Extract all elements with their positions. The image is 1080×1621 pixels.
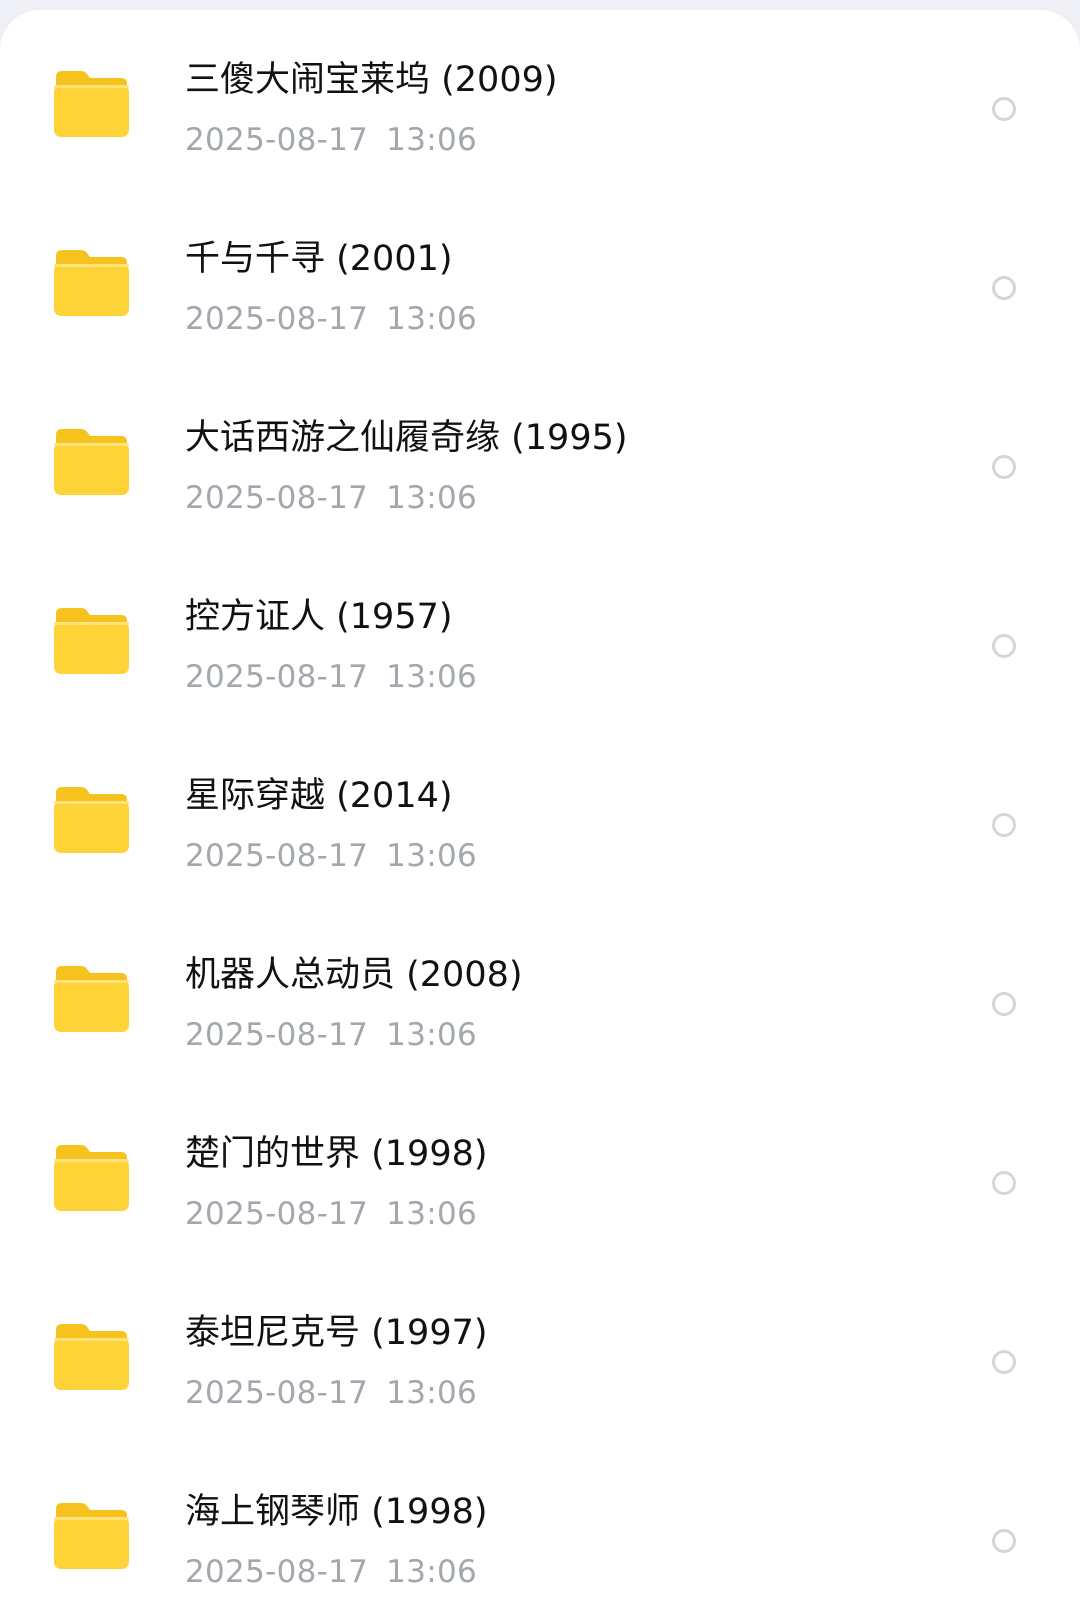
file-date: 2025-08-17 bbox=[185, 1554, 369, 1590]
folder-icon bbox=[54, 963, 129, 1032]
file-list-sheet: 三傻大闹宝莱坞 (2009) 2025-08-17 13:06 千与千寻 (200… bbox=[0, 10, 1080, 1621]
file-name: 机器人总动员 (2008) bbox=[185, 955, 523, 995]
file-date: 2025-08-17 bbox=[185, 1196, 369, 1232]
select-radio[interactable] bbox=[992, 455, 1016, 479]
list-item[interactable]: 三傻大闹宝莱坞 (2009) 2025-08-17 13:06 bbox=[0, 10, 1080, 189]
file-modified: 2025-08-17 13:06 bbox=[185, 836, 477, 876]
list-item[interactable]: 千与千寻 (2001) 2025-08-17 13:06 bbox=[0, 189, 1080, 368]
select-radio[interactable] bbox=[992, 1529, 1016, 1553]
file-date: 2025-08-17 bbox=[185, 480, 369, 516]
file-time: 13:06 bbox=[386, 480, 478, 516]
folder-icon bbox=[54, 784, 129, 853]
select-radio[interactable] bbox=[992, 634, 1016, 658]
folder-icon bbox=[54, 1321, 129, 1390]
list-item[interactable]: 海上钢琴师 (1998) 2025-08-17 13:06 bbox=[0, 1442, 1080, 1621]
file-time: 13:06 bbox=[386, 122, 478, 158]
select-radio[interactable] bbox=[992, 813, 1016, 837]
file-time: 13:06 bbox=[386, 838, 478, 874]
list-item[interactable]: 泰坦尼克号 (1997) 2025-08-17 13:06 bbox=[0, 1263, 1080, 1442]
file-time: 13:06 bbox=[386, 1375, 478, 1411]
file-modified: 2025-08-17 13:06 bbox=[185, 478, 477, 518]
file-time: 13:06 bbox=[386, 659, 478, 695]
file-date: 2025-08-17 bbox=[185, 301, 369, 337]
file-name: 楚门的世界 (1998) bbox=[185, 1134, 488, 1174]
file-modified: 2025-08-17 13:06 bbox=[185, 1373, 477, 1413]
file-modified: 2025-08-17 13:06 bbox=[185, 657, 477, 697]
file-name: 泰坦尼克号 (1997) bbox=[185, 1313, 488, 1353]
file-date: 2025-08-17 bbox=[185, 1017, 369, 1053]
list-item[interactable]: 机器人总动员 (2008) 2025-08-17 13:06 bbox=[0, 905, 1080, 1084]
folder-icon bbox=[54, 1142, 129, 1211]
select-radio[interactable] bbox=[992, 276, 1016, 300]
select-radio[interactable] bbox=[992, 1171, 1016, 1195]
folder-icon bbox=[54, 247, 129, 316]
folder-icon bbox=[54, 605, 129, 674]
file-name: 海上钢琴师 (1998) bbox=[185, 1492, 488, 1532]
folder-icon bbox=[54, 1500, 129, 1569]
file-modified: 2025-08-17 13:06 bbox=[185, 1015, 477, 1055]
folder-icon bbox=[54, 68, 129, 137]
folder-icon bbox=[54, 426, 129, 495]
list-item[interactable]: 楚门的世界 (1998) 2025-08-17 13:06 bbox=[0, 1084, 1080, 1263]
file-name: 千与千寻 (2001) bbox=[185, 239, 453, 279]
file-name: 星际穿越 (2014) bbox=[185, 776, 453, 816]
file-modified: 2025-08-17 13:06 bbox=[185, 1552, 477, 1592]
file-modified: 2025-08-17 13:06 bbox=[185, 299, 477, 339]
file-date: 2025-08-17 bbox=[185, 659, 369, 695]
file-modified: 2025-08-17 13:06 bbox=[185, 120, 477, 160]
file-date: 2025-08-17 bbox=[185, 122, 369, 158]
file-time: 13:06 bbox=[386, 1017, 478, 1053]
select-radio[interactable] bbox=[992, 1350, 1016, 1374]
file-name: 控方证人 (1957) bbox=[185, 597, 453, 637]
file-date: 2025-08-17 bbox=[185, 838, 369, 874]
list-item[interactable]: 星际穿越 (2014) 2025-08-17 13:06 bbox=[0, 726, 1080, 905]
file-modified: 2025-08-17 13:06 bbox=[185, 1194, 477, 1234]
file-date: 2025-08-17 bbox=[185, 1375, 369, 1411]
file-time: 13:06 bbox=[386, 301, 478, 337]
list-item[interactable]: 大话西游之仙履奇缘 (1995) 2025-08-17 13:06 bbox=[0, 368, 1080, 547]
file-name: 三傻大闹宝莱坞 (2009) bbox=[185, 60, 558, 100]
file-list: 三傻大闹宝莱坞 (2009) 2025-08-17 13:06 千与千寻 (200… bbox=[0, 10, 1080, 1621]
list-item[interactable]: 控方证人 (1957) 2025-08-17 13:06 bbox=[0, 547, 1080, 726]
file-time: 13:06 bbox=[386, 1554, 478, 1590]
select-radio[interactable] bbox=[992, 992, 1016, 1016]
select-radio[interactable] bbox=[992, 97, 1016, 121]
file-time: 13:06 bbox=[386, 1196, 478, 1232]
file-name: 大话西游之仙履奇缘 (1995) bbox=[185, 418, 628, 458]
